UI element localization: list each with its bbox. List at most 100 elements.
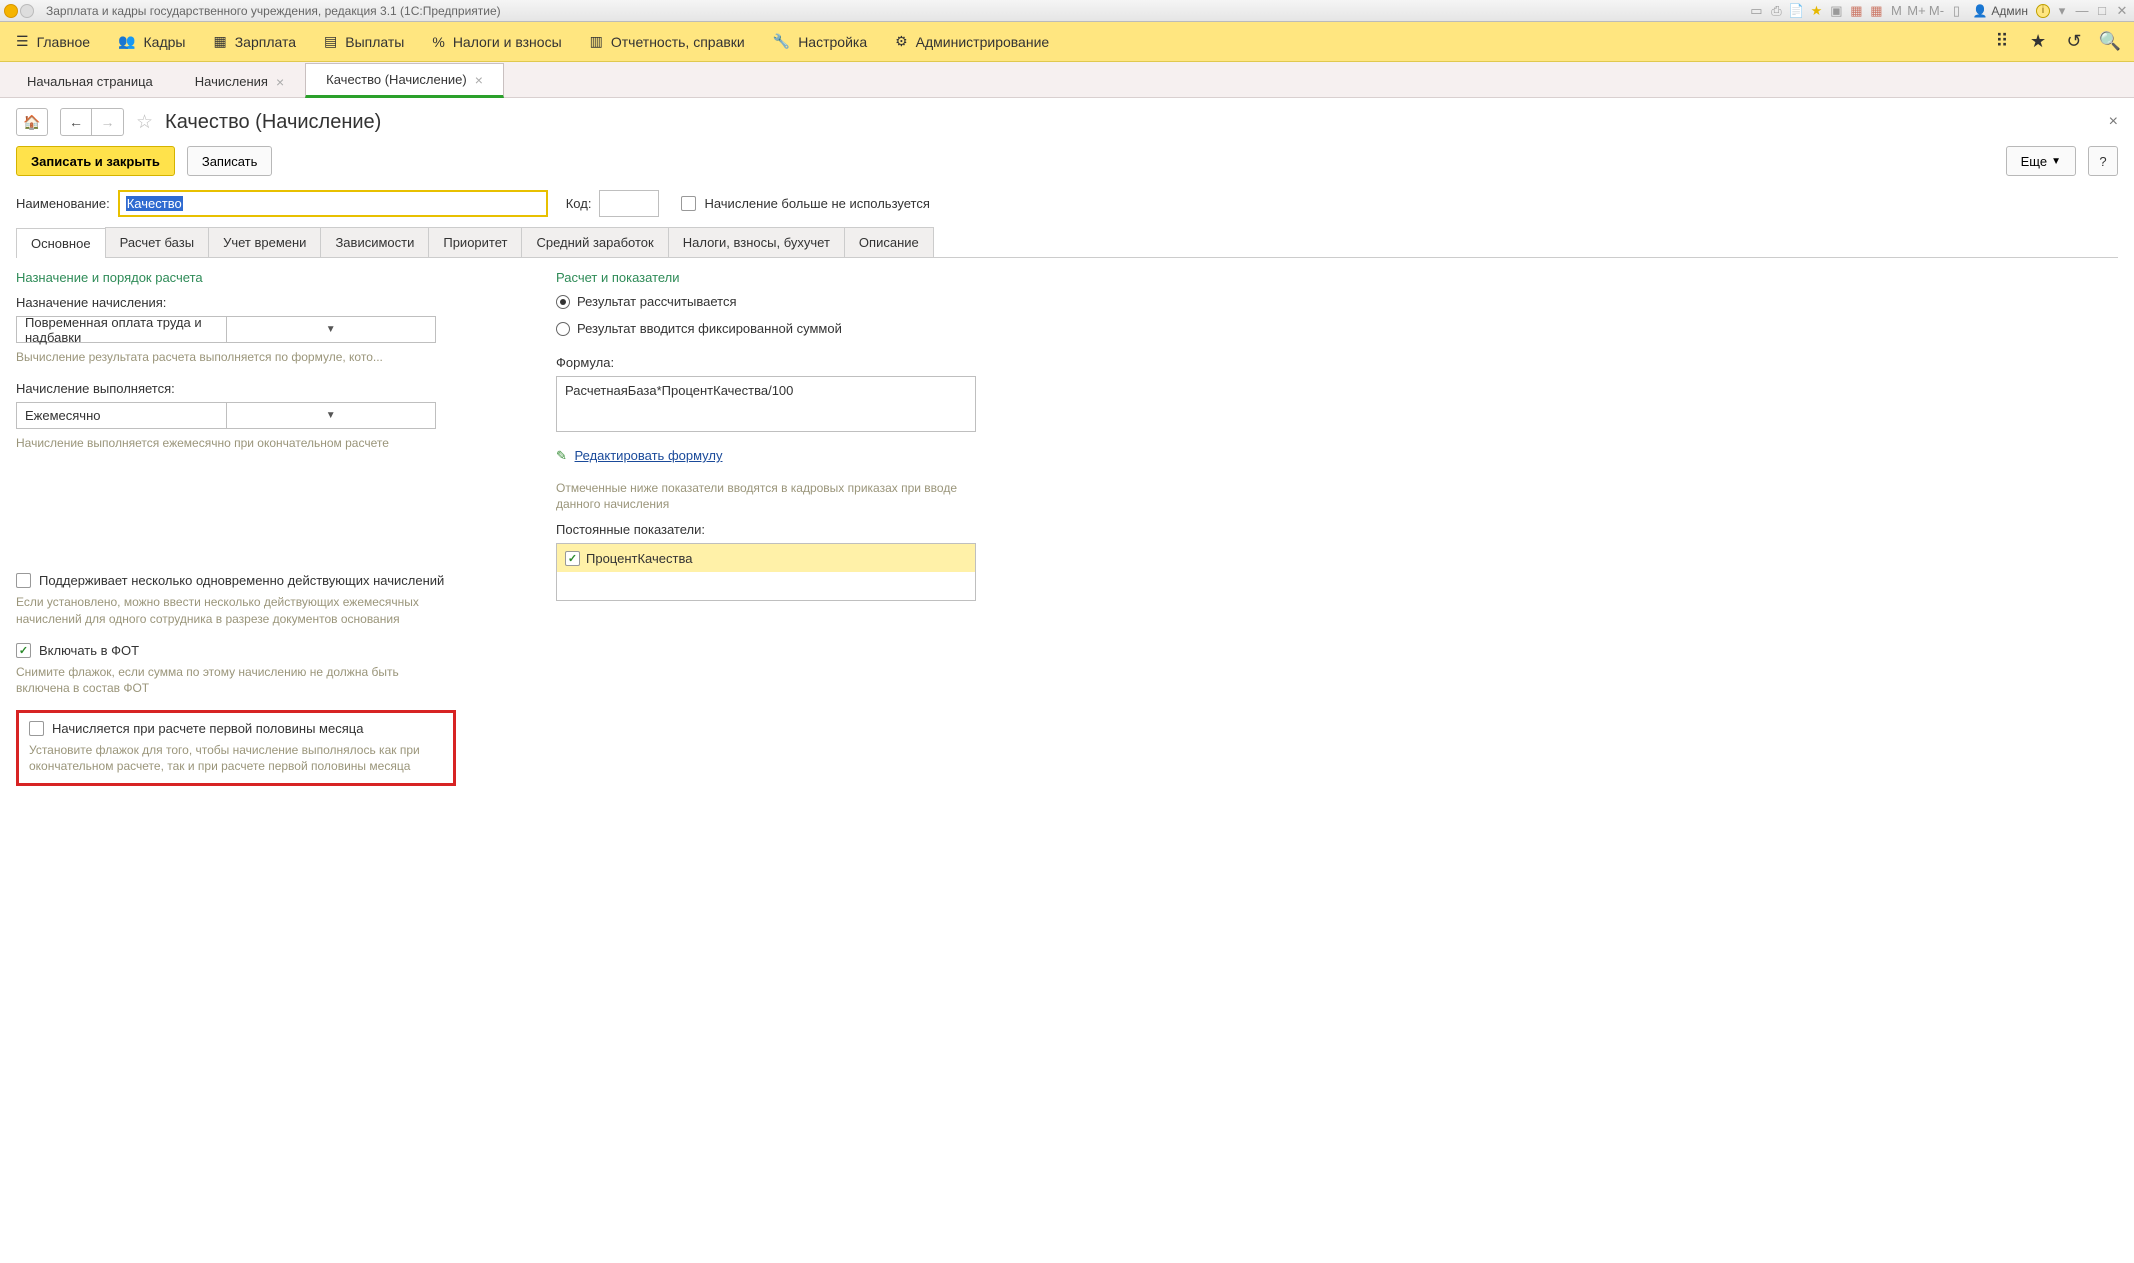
right-column: Расчет и показатели Результат рассчитыва…	[556, 270, 996, 786]
forward-button[interactable]: →	[92, 108, 124, 136]
print-icon[interactable]: ⎙	[1768, 3, 1784, 19]
app-title: Зарплата и кадры государственного учрежд…	[46, 4, 501, 18]
copy-icon[interactable]: ▣	[1828, 3, 1844, 19]
maximize-icon[interactable]: □	[2094, 3, 2110, 19]
section-calc-title: Расчет и показатели	[556, 270, 996, 285]
calc-icon: ▦	[213, 33, 226, 50]
m-plus-icon[interactable]: M+	[1908, 3, 1924, 19]
options-icon[interactable]: ▾	[2054, 3, 2070, 19]
subtab-deps[interactable]: Зависимости	[320, 227, 429, 257]
document-tabs: Начальная страница Начисления× Качество …	[0, 62, 2134, 98]
nav-nalogi[interactable]: %Налоги и взносы	[432, 34, 561, 50]
doctab-quality[interactable]: Качество (Начисление)×	[305, 63, 504, 98]
subtab-desc[interactable]: Описание	[844, 227, 934, 257]
nav-admin[interactable]: ⚙Администрирование	[895, 33, 1049, 50]
star-icon[interactable]: ★	[1808, 3, 1824, 19]
fav-icon[interactable]: ★	[2030, 34, 2046, 50]
save-and-close-button[interactable]: Записать и закрыть	[16, 146, 175, 176]
indicator-empty-row	[557, 572, 975, 600]
code-input[interactable]	[599, 190, 659, 217]
subtab-main[interactable]: Основное	[16, 228, 106, 258]
code-label: Код:	[566, 196, 592, 211]
content: Назначение и порядок расчета Назначение …	[0, 258, 2134, 798]
help-button[interactable]: ?	[2088, 146, 2118, 176]
minimize-icon[interactable]: —	[2074, 3, 2090, 19]
formula-box[interactable]: РасчетнаяБаза*ПроцентКачества/100	[556, 376, 976, 432]
subtab-tax[interactable]: Налоги, взносы, бухучет	[668, 227, 845, 257]
firsthalf-hint: Установите флажок для того, чтобы начисл…	[29, 742, 443, 774]
info-icon[interactable]: i	[2036, 4, 2050, 18]
tab-close-icon[interactable]: ×	[276, 74, 284, 90]
unused-checkbox[interactable]	[681, 196, 696, 211]
nav-main[interactable]: ☰Главное	[16, 33, 90, 50]
nav-otchet[interactable]: ▥Отчетность, справки	[590, 33, 745, 50]
indicator-name: ПроцентКачества	[586, 551, 692, 566]
back-button[interactable]: ←	[60, 108, 92, 136]
history-icon[interactable]: ↺	[2066, 34, 2082, 50]
subtab-base[interactable]: Расчет базы	[105, 227, 210, 257]
main-nav: ☰Главное 👥Кадры ▦Зарплата ▤Выплаты %Нало…	[0, 22, 2134, 62]
edit-formula-link[interactable]: Редактировать формулу	[575, 448, 723, 463]
favorite-icon[interactable]: ☆	[136, 111, 153, 134]
indicator-label: Постоянные показатели:	[556, 522, 996, 537]
m-icon[interactable]: M	[1888, 3, 1904, 19]
subtab-avg[interactable]: Средний заработок	[521, 227, 668, 257]
close-page-button[interactable]: ×	[2109, 113, 2118, 131]
radio-fixed[interactable]: Результат вводится фиксированной суммой	[556, 321, 996, 336]
fot-label: Включать в ФОТ	[39, 643, 139, 658]
window-icon[interactable]: ▭	[1748, 3, 1764, 19]
firsthalf-checkbox[interactable]	[29, 721, 44, 736]
m-minus-icon[interactable]: M-	[1928, 3, 1944, 19]
people-icon: 👥	[118, 33, 135, 50]
doctab-accruals[interactable]: Начисления×	[174, 65, 305, 97]
nav-vyplaty[interactable]: ▤Выплаты	[324, 33, 404, 50]
calendar-icon[interactable]: ▦	[1848, 3, 1864, 19]
doc-icon[interactable]: 📄	[1788, 3, 1804, 19]
indicator-hint: Отмеченные ниже показатели вводятся в ка…	[556, 480, 976, 512]
doctab-home[interactable]: Начальная страница	[6, 65, 174, 97]
nav-zarplata[interactable]: ▦Зарплата	[213, 33, 296, 50]
chevron-down-icon: ▼	[226, 317, 436, 342]
money-icon: ▤	[324, 33, 337, 50]
formula-label: Формула:	[556, 355, 996, 370]
window-dropdown-icon[interactable]	[20, 4, 34, 18]
name-label: Наименование:	[16, 196, 110, 211]
radio-calculated[interactable]: Результат рассчитывается	[556, 294, 996, 309]
gear-icon: ⚙	[895, 33, 908, 50]
indicator-row[interactable]: ✓ ПроцентКачества	[557, 544, 975, 572]
name-input[interactable]: Качество	[118, 190, 548, 217]
unused-label: Начисление больше не используется	[704, 196, 929, 211]
nav-kadry[interactable]: 👥Кадры	[118, 33, 185, 50]
report-icon: ▥	[590, 33, 603, 50]
apps-icon[interactable]: ⠿	[1994, 34, 2010, 50]
subtab-time[interactable]: Учет времени	[208, 227, 321, 257]
purpose-hint: Вычисление результата расчета выполняетс…	[16, 349, 516, 365]
exec-hint: Начисление выполняется ежемесячно при ок…	[16, 435, 516, 451]
multi-checkbox[interactable]	[16, 573, 31, 588]
section-purpose-title: Назначение и порядок расчета	[16, 270, 516, 285]
nav-nastroyka[interactable]: 🔧Настройка	[773, 33, 867, 50]
multi-hint: Если установлено, можно ввести несколько…	[16, 594, 446, 626]
purpose-combo[interactable]: Повременная оплата труда и надбавки ▼	[16, 316, 436, 343]
pencil-icon: ✎	[556, 448, 567, 463]
fot-checkbox[interactable]: ✓	[16, 643, 31, 658]
exec-combo[interactable]: Ежемесячно ▼	[16, 402, 436, 429]
panel-icon[interactable]: ▯	[1948, 3, 1964, 19]
multi-check-row: Поддерживает несколько одновременно дейс…	[16, 573, 516, 588]
calendar2-icon[interactable]: ▦	[1868, 3, 1884, 19]
tab-close-icon[interactable]: ×	[475, 72, 483, 88]
percent-icon: %	[432, 34, 444, 50]
more-button[interactable]: Еще▼	[2006, 146, 2076, 176]
firsthalf-label: Начисляется при расчете первой половины …	[52, 721, 363, 736]
close-window-icon[interactable]: ✕	[2114, 3, 2130, 19]
indicator-checkbox[interactable]: ✓	[565, 551, 580, 566]
home-button[interactable]: 🏠	[16, 108, 48, 136]
search-icon[interactable]: 🔍	[2102, 34, 2118, 50]
highlight-box: Начисляется при расчете первой половины …	[16, 710, 456, 785]
subtab-priority[interactable]: Приоритет	[428, 227, 522, 257]
field-row: Наименование: Качество Код: Начисление б…	[0, 186, 2134, 227]
indicator-table: ✓ ПроцентКачества	[556, 543, 976, 601]
user-badge[interactable]: 👤 Админ	[1968, 4, 2032, 18]
radio-icon	[556, 322, 570, 336]
save-button[interactable]: Записать	[187, 146, 273, 176]
